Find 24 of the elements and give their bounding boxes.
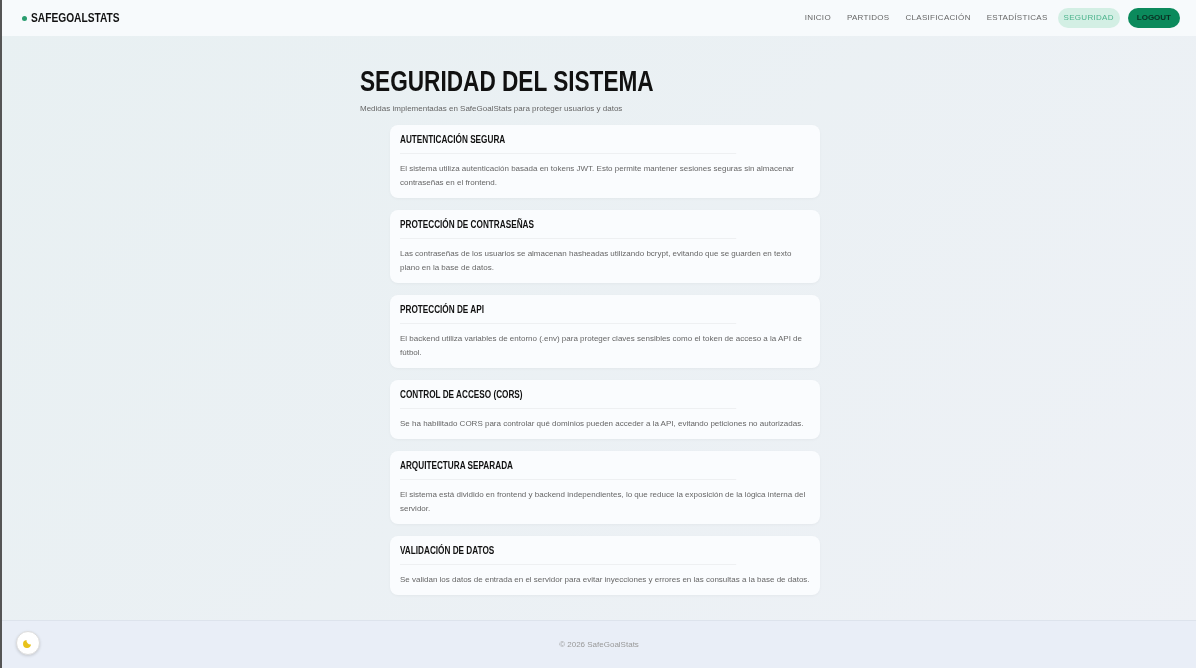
card-title: CONTROL DE ACCESO (CORS) [400, 386, 737, 409]
copyright-text: © 2026 SafeGoalStats [559, 638, 639, 651]
card-text: Se validan los datos de entrada en el servidor para evitar inyecciones y errores en las consultas a la base de datos. [400, 573, 810, 586]
card-text: Se ha habilitado CORS para controlar qué dominios pueden acceder a la API, evitando peticiones no autorizadas. [400, 417, 805, 430]
page-subtitle: Medidas implementadas en SafeGoalStats para proteger usuarios y datos [360, 102, 624, 115]
moon-icon [22, 637, 34, 649]
nav-link[interactable]: CLASIFICACIÓN [899, 8, 977, 28]
nav-link[interactable]: INICIO [798, 8, 837, 28]
theme-toggle-button[interactable] [16, 631, 40, 655]
logo-dot-icon [22, 15, 27, 21]
brand-logo[interactable]: SAFEGOALSTATS [31, 9, 120, 27]
card-text: El sistema está dividido en frontend y backend independientes, lo que reduce la exposición de la lógica interna del servidor. [400, 488, 807, 515]
card-title: ARQUITECTURA SEPARADA [400, 457, 737, 480]
nav-link[interactable]: ESTADÍSTICAS [980, 8, 1054, 28]
logout-button[interactable]: LOGOUT [1127, 8, 1180, 28]
card-title: AUTENTICACIÓN SEGURA [400, 131, 737, 154]
page-title: SEGURIDAD DEL SISTEMA [360, 66, 655, 98]
card-text: El sistema utiliza autenticación basada en tokens JWT. Esto permite mantener sesiones seguras sin almacenar contraseñas en el frontend. [400, 162, 795, 189]
card-text: Las contraseñas de los usuarios se almacenan hasheadas utilizando bcrypt, evitando que se guarden en texto plano en la base de datos. [400, 247, 793, 274]
card-title: PROTECCIÓN DE API [400, 301, 737, 324]
card-title: VALIDACIÓN DE DATOS [400, 542, 737, 565]
card-text: El backend utiliza variables de entorno (.env) para proteger claves sensibles como el token de acceso a la API de fútbol. [400, 332, 803, 359]
card-title: PROTECCIÓN DE CONTRASEÑAS [400, 216, 737, 239]
nav-link[interactable]: PARTIDOS [840, 8, 896, 28]
